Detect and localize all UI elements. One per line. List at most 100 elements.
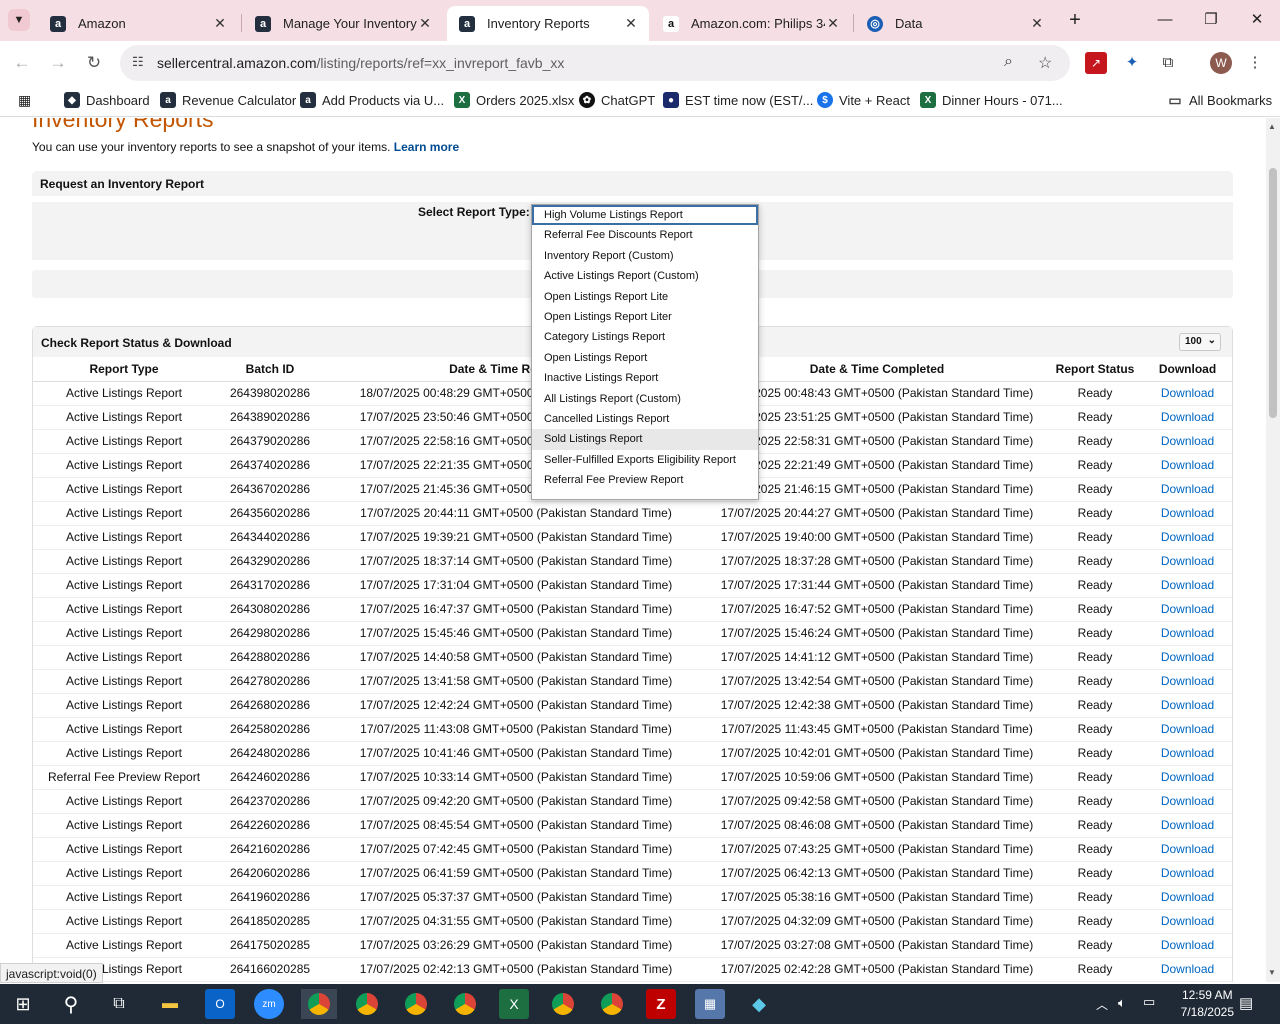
reload-icon[interactable]: ↻ [82,51,106,75]
file-explorer-icon[interactable]: ▬ [155,989,185,1019]
chrome-profile-icon[interactable] [401,989,431,1019]
close-icon[interactable]: ✕ [212,15,228,32]
tab-data[interactable]: ◎ Data ✕ [855,6,1055,41]
pdf-extension-icon[interactable]: ↗ [1085,52,1107,74]
download-link[interactable]: Download [1161,506,1214,520]
chrome-profile-icon[interactable] [597,989,627,1019]
page-size-select[interactable]: 100 ⌄ [1179,333,1221,351]
download-link[interactable]: Download [1161,818,1214,832]
address-bar[interactable]: ☷ sellercentral.amazon.com/listing/repor… [120,45,1070,81]
download-link[interactable]: Download [1161,650,1214,664]
notifications-icon[interactable]: ▤ [1239,994,1253,1012]
chrome-icon[interactable] [301,989,337,1019]
tab-inventory-reports[interactable]: a Inventory Reports ✕ [447,6,649,41]
close-window-icon[interactable]: ✕ [1242,8,1272,32]
volume-icon[interactable]: 🔈︎ [1118,995,1126,1011]
bookmark-est-time[interactable]: ● EST time now (EST/... [663,92,813,108]
all-bookmarks[interactable]: ▭ All Bookmarks [1167,92,1272,108]
task-view-icon[interactable]: ⧉ [104,989,134,1019]
dropdown-option[interactable]: Open Listings Report Lite [532,287,758,307]
excel-icon[interactable]: X [499,989,529,1019]
dropdown-option[interactable]: Active Listings Report (Custom) [532,266,758,286]
restore-icon[interactable]: ❐ [1196,8,1226,32]
close-icon[interactable]: ✕ [417,15,433,32]
avatar[interactable]: W [1210,52,1232,74]
download-link[interactable]: Download [1161,866,1214,880]
tab-amazon-philips[interactable]: a Amazon.com: Philips 348 ✕ [651,6,851,41]
download-link[interactable]: Download [1161,722,1214,736]
tab-search-icon[interactable]: ▼ [8,9,30,31]
start-icon[interactable]: ⊞ [8,989,38,1019]
tab-amazon[interactable]: a Amazon ✕ [38,6,238,41]
scroll-down-icon[interactable]: ▼ [1268,968,1276,977]
download-link[interactable]: Download [1161,674,1214,688]
forward-icon[interactable]: → [46,51,70,75]
download-link[interactable]: Download [1161,746,1214,760]
chrome-profile-icon[interactable] [352,989,382,1019]
scroll-up-icon[interactable]: ▲ [1268,122,1276,131]
download-link[interactable]: Download [1161,914,1214,928]
dropdown-option[interactable]: Referral Fee Discounts Report [532,225,758,245]
download-link[interactable]: Download [1161,458,1214,472]
close-icon[interactable]: ✕ [825,15,841,32]
download-link[interactable]: Download [1161,530,1214,544]
download-link[interactable]: Download [1161,434,1214,448]
bookmark-revenue-calculator[interactable]: a Revenue Calculator [160,92,296,108]
close-icon[interactable]: ✕ [623,15,639,32]
bookmark-chatgpt[interactable]: ✿ ChatGPT [579,92,655,108]
dropdown-option[interactable]: High Volume Listings Report [532,205,758,226]
dropdown-option[interactable]: Inactive Listings Report [532,368,758,388]
dropdown-option[interactable]: Seller-Fulfilled Exports Eligibility Rep… [532,450,758,470]
tray-chevron-icon[interactable]: ︿ [1096,996,1108,1013]
back-icon[interactable]: ← [10,51,34,75]
bookmark-orders[interactable]: X Orders 2025.xlsx [454,92,574,108]
dropdown-option[interactable]: Open Listings Report Liter [532,307,758,327]
search-icon[interactable]: ⚲ [56,989,86,1019]
scrollbar-thumb[interactable] [1269,168,1277,418]
minimize-icon[interactable]: — [1150,8,1180,32]
extensions-puzzle-icon[interactable]: ⧉ [1157,52,1179,74]
extension-icon[interactable]: ✦ [1121,52,1143,74]
download-link[interactable]: Download [1161,578,1214,592]
chrome-profile-icon[interactable] [548,989,578,1019]
dropdown-option[interactable]: Cancelled Listings Report [532,409,758,429]
zoom-icon[interactable]: ⌕ [1004,53,1013,71]
dropdown-option[interactable]: Inventory Report (Custom) [532,246,758,266]
filezilla-icon[interactable]: Z [646,989,676,1019]
bookmark-star-icon[interactable]: ☆ [1038,53,1052,73]
zoom-app-icon[interactable]: zm [254,989,284,1019]
calculator-icon[interactable]: ▦ [695,989,725,1019]
bookmark-dinner-hours[interactable]: X Dinner Hours - 071... [920,92,1063,108]
new-tab-button[interactable]: + [1064,8,1086,32]
bookmark-add-products[interactable]: a Add Products via U... [300,92,444,108]
bookmark-dashboard[interactable]: ◆ Dashboard [64,92,150,108]
download-link[interactable]: Download [1161,602,1214,616]
outlook-icon[interactable]: O [205,989,235,1019]
report-type-dropdown[interactable]: High Volume Listings Report Referral Fee … [531,204,759,500]
dropdown-option[interactable]: All Listings Report (Custom) [532,389,758,409]
close-icon[interactable]: ✕ [1029,15,1045,32]
download-link[interactable]: Download [1161,890,1214,904]
download-link[interactable]: Download [1161,554,1214,568]
download-link[interactable]: Download [1161,770,1214,784]
download-link[interactable]: Download [1161,698,1214,712]
page-scrollbar[interactable]: ▲ ▼ [1266,118,1280,982]
download-link[interactable]: Download [1161,794,1214,808]
app-icon[interactable]: ◆ [744,989,774,1019]
site-info-icon[interactable]: ☷ [132,54,144,70]
download-link[interactable]: Download [1161,938,1214,952]
dropdown-option[interactable]: Open Listings Report [532,348,758,368]
dropdown-option[interactable]: Sold Listings Report [532,429,758,450]
download-link[interactable]: Download [1161,842,1214,856]
download-link[interactable]: Download [1161,962,1214,976]
download-link[interactable]: Download [1161,410,1214,424]
taskbar-clock[interactable]: 12:59 AM 7/18/2025 [1181,987,1234,1021]
download-link[interactable]: Download [1161,482,1214,496]
bookmark-vite-react[interactable]: $ Vite + React [817,92,910,108]
tab-manage-inventory[interactable]: a Manage Your Inventory ✕ [243,6,443,41]
dropdown-option[interactable]: Category Listings Report [532,327,758,347]
chrome-profile-icon[interactable] [450,989,480,1019]
network-icon[interactable]: ▭ [1143,994,1155,1010]
download-link[interactable]: Download [1161,386,1214,400]
dropdown-option[interactable]: Referral Fee Preview Report [532,470,758,490]
